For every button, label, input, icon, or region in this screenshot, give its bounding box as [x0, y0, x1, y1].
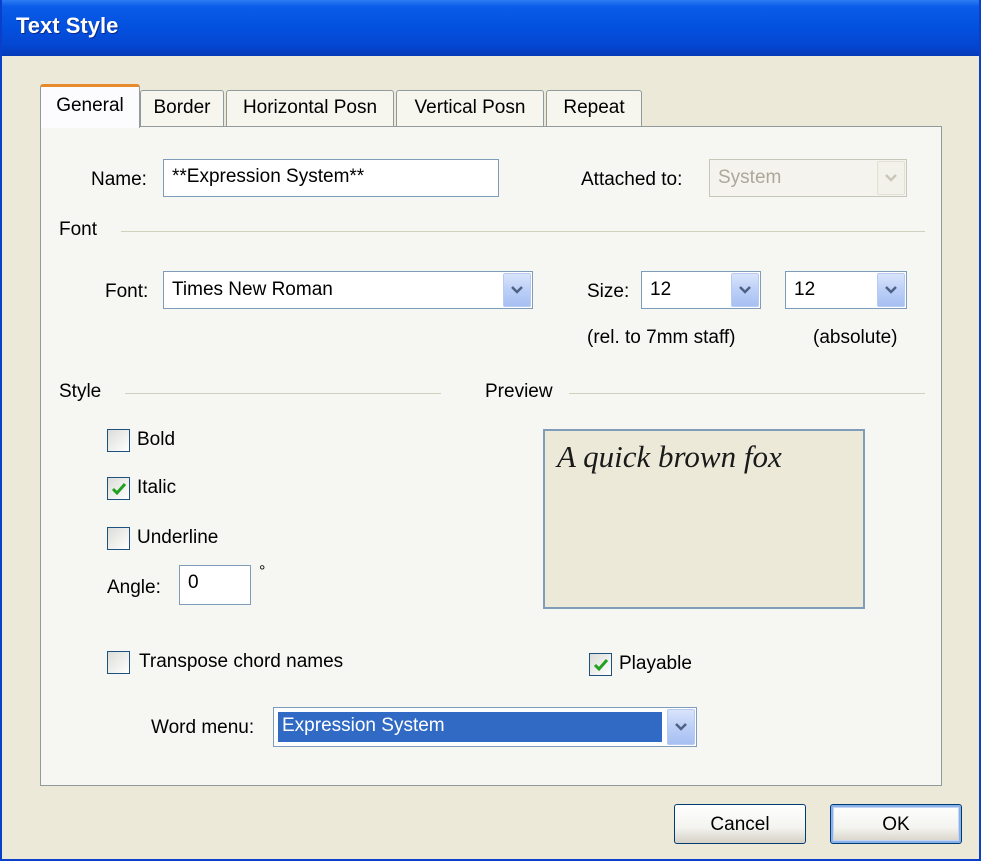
- size-absolute-select[interactable]: 12: [785, 271, 907, 309]
- general-tab-panel: Name: **Expression System** Attached to:…: [40, 126, 942, 786]
- tab-horizontal-posn[interactable]: Horizontal Posn: [226, 90, 394, 126]
- size-absolute-caption: (absolute): [813, 327, 898, 348]
- attached-to-value: System: [718, 167, 782, 188]
- size-relative-value: 12: [650, 279, 672, 300]
- style-group-label: Style: [59, 381, 102, 402]
- size-relative-caption: (rel. to 7mm staff): [587, 327, 736, 348]
- style-group-divider: [125, 393, 441, 394]
- attached-to-label: Attached to:: [581, 169, 683, 190]
- size-relative-dropdown-button[interactable]: [731, 273, 759, 307]
- checkmark-icon: [593, 659, 609, 672]
- preview-text: A quick brown fox: [557, 439, 782, 474]
- underline-checkbox[interactable]: [107, 527, 130, 550]
- word-menu-dropdown-button[interactable]: [667, 709, 695, 745]
- preview-group-label: Preview: [485, 381, 553, 402]
- font-select[interactable]: Times New Roman: [163, 271, 533, 309]
- playable-label: Playable: [619, 653, 692, 674]
- tab-general-label: General: [56, 95, 124, 116]
- name-label: Name:: [91, 169, 147, 190]
- size-relative-select[interactable]: 12: [641, 271, 761, 309]
- word-menu-label: Word menu:: [151, 717, 255, 738]
- name-input[interactable]: **Expression System**: [163, 159, 499, 197]
- word-menu-select[interactable]: Expression System: [273, 707, 697, 747]
- font-label: Font:: [105, 281, 149, 302]
- bold-label: Bold: [137, 429, 176, 450]
- playable-checkbox[interactable]: [589, 653, 612, 676]
- chevron-down-icon: [885, 174, 897, 182]
- attached-to-select[interactable]: System: [709, 159, 907, 197]
- chevron-down-icon: [885, 286, 897, 294]
- tab-border[interactable]: Border: [140, 90, 224, 126]
- checkmark-icon: [111, 483, 127, 496]
- cancel-button[interactable]: Cancel: [674, 804, 806, 844]
- window-title: Text Style: [16, 13, 119, 38]
- chevron-down-icon: [511, 286, 523, 294]
- font-value: Times New Roman: [172, 279, 333, 300]
- font-dropdown-button[interactable]: [503, 273, 531, 307]
- word-menu-value: Expression System: [278, 712, 662, 742]
- chevron-down-icon: [675, 723, 687, 731]
- bold-checkbox[interactable]: [107, 429, 130, 452]
- size-absolute-dropdown-button[interactable]: [877, 273, 905, 307]
- font-group-divider: [121, 231, 925, 232]
- tab-vertical-posn-label: Vertical Posn: [414, 97, 526, 118]
- underline-label: Underline: [137, 527, 219, 548]
- transpose-chord-names-checkbox[interactable]: [107, 651, 130, 674]
- font-group-label: Font: [59, 219, 98, 240]
- size-label: Size:: [587, 281, 630, 302]
- preview-box: A quick brown fox: [543, 429, 865, 609]
- angle-input[interactable]: 0: [179, 565, 251, 605]
- chevron-down-icon: [739, 286, 751, 294]
- angle-degree-symbol: °: [259, 563, 266, 580]
- transpose-chord-names-label: Transpose chord names: [139, 651, 344, 672]
- size-absolute-value: 12: [794, 279, 816, 300]
- text-style-dialog: Text Style General Border Horizontal Pos…: [0, 0, 981, 861]
- attached-to-dropdown-button[interactable]: [877, 161, 905, 195]
- italic-checkbox[interactable]: [107, 477, 130, 500]
- tab-repeat[interactable]: Repeat: [546, 90, 642, 126]
- preview-group-divider: [569, 393, 925, 394]
- tab-general[interactable]: General: [40, 84, 140, 128]
- ok-button[interactable]: OK: [830, 804, 962, 844]
- tab-vertical-posn[interactable]: Vertical Posn: [396, 90, 544, 126]
- title-bar[interactable]: Text Style: [2, 0, 979, 56]
- angle-label: Angle:: [107, 577, 161, 598]
- tab-border-label: Border: [153, 97, 211, 118]
- italic-label: Italic: [137, 477, 177, 498]
- tab-repeat-label: Repeat: [563, 97, 625, 118]
- tab-horizontal-posn-label: Horizontal Posn: [242, 97, 378, 118]
